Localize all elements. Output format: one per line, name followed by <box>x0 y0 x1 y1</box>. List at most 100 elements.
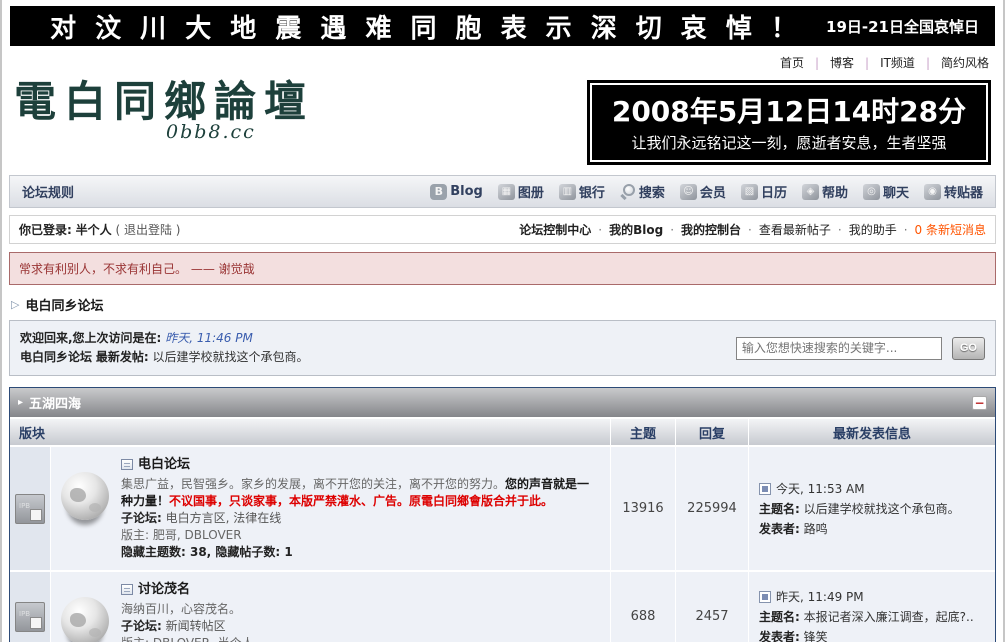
search-input[interactable] <box>736 337 942 360</box>
latest-post-time-line: 今天, 11:53 AM <box>759 480 985 497</box>
subforum-links[interactable]: 电白方言区, 法律在线 <box>166 511 282 525</box>
forum-title-line: 讨论茂名 <box>121 581 254 598</box>
user-bar-links: 论坛控制中心 · 我的Blog · 我的控制台 · 查看最新帖子 · 我的助手 … <box>519 221 986 238</box>
latest-topic-line: 主题名: 以后建学校就找这个承包商。 <box>759 500 985 517</box>
welcome-text: 欢迎回来,您上次访问是在: 昨天, 11:46 PM 电白同乡论坛 最新发帖: … <box>20 329 309 367</box>
subforum-links[interactable]: 新闻转帖区 <box>166 619 226 633</box>
toolbar-members[interactable]: ☺ 会员 <box>680 182 726 201</box>
welcome-line2: 电白同乡论坛 最新发帖: 以后建学校就找这个承包商。 <box>20 348 309 367</box>
nav-link-blog[interactable]: 博客 <box>828 53 856 72</box>
dot-separator: · <box>598 223 602 237</box>
chat-icon: ◎ <box>863 184 880 200</box>
column-header-topics: 主题 <box>611 419 675 445</box>
welcome-box: 欢迎回来,您上次访问是在: 昨天, 11:46 PM 电白同乡论坛 最新发帖: … <box>9 320 996 376</box>
bank-icon: ▥ <box>559 184 576 200</box>
latest-topic-label: 主题名: <box>759 610 800 624</box>
forum-status-cell: IPB <box>10 447 50 570</box>
last-post-icon[interactable] <box>759 483 771 495</box>
quick-search: GO <box>736 337 985 360</box>
my-blog-link[interactable]: 我的Blog <box>609 221 663 238</box>
latest-post-time-line: 昨天, 11:49 PM <box>759 588 985 605</box>
replies-count: 225994 <box>676 447 748 570</box>
toolbar-blog[interactable]: B Blog <box>430 184 483 200</box>
toolbar-bank-label: 银行 <box>579 182 605 201</box>
toolbar-repost[interactable]: ◉ 转贴器 <box>924 182 983 201</box>
welcome-line1-label: 欢迎回来,您上次访问是在: <box>20 331 161 345</box>
breadcrumb-forum-link[interactable]: 电白同乡论坛 <box>25 295 103 314</box>
forum-row: 电白论坛 集思广益，民智强乡。家乡的发展，离不开您的关注，离不开您的努力。您的声… <box>51 447 610 570</box>
moderators-label: 版主: <box>121 528 149 542</box>
toolbar-bank[interactable]: ▥ 银行 <box>559 182 605 201</box>
welcome-line1: 欢迎回来,您上次访问是在: 昨天, 11:46 PM <box>20 329 309 348</box>
page-header: 電白同鄉論壇 0bb8.cc 2008年5月12日14时28分 让我们永远铭记这… <box>14 78 991 166</box>
breadcrumb: ▷ 电白同乡论坛 <box>11 295 994 314</box>
dot-separator: · <box>904 223 908 237</box>
ipb-watermark: IPB <box>19 610 30 618</box>
nav-link-simple-style[interactable]: 简约风格 <box>939 53 991 72</box>
members-icon: ☺ <box>680 184 697 200</box>
forum-logo[interactable]: 電白同鄉論壇 0bb8.cc <box>14 78 314 143</box>
nav-link-it-channel[interactable]: IT频道 <box>878 53 917 72</box>
forum-status-icon: IPB <box>15 602 45 632</box>
last-post-icon[interactable] <box>759 591 771 603</box>
latest-poster-label: 发表者: <box>759 630 800 642</box>
latest-post-label: 最新发帖: <box>96 350 149 364</box>
forum-description-text: 集思广益，民智强乡。家乡的发展，离不开您的关注，离不开您的努力。 <box>121 477 505 491</box>
moderator-links[interactable]: 肥哥, DBLOVER <box>153 528 242 542</box>
latest-topic-label: 主题名: <box>759 502 800 516</box>
forum-details: 讨论茂名 海纳百川，心容茂名。 子论坛: 新闻转帖区 版主: DBLOVER, … <box>121 581 254 642</box>
toolbar-help-label: 帮助 <box>822 182 848 201</box>
latest-topic-link[interactable]: 本报记者深入廉江调查，起底?.. <box>804 610 974 624</box>
memorial-datetime: 2008年5月12日14时28分 <box>600 90 978 130</box>
toolbar-search[interactable]: 搜索 <box>620 182 665 201</box>
search-go-button[interactable]: GO <box>952 337 985 360</box>
view-new-posts-link[interactable]: 查看最新帖子 <box>759 221 831 238</box>
forum-title-link[interactable]: 讨论茂名 <box>138 581 190 598</box>
collapse-category-button[interactable]: − <box>972 396 987 410</box>
latest-post-link[interactable]: 以后建学校就找这个承包商。 <box>152 350 308 364</box>
forum-title-link[interactable]: 电白论坛 <box>138 456 190 473</box>
my-assistant-link[interactable]: 我的助手 <box>849 221 897 238</box>
moderator-links[interactable]: DBLOVER, 半个人 <box>153 636 254 642</box>
latest-post-time: 今天, 11:53 AM <box>776 482 865 496</box>
toolbar-album[interactable]: ▦ 图册 <box>498 182 544 201</box>
forum-rules-link[interactable]: 论坛规则 <box>22 182 74 201</box>
forum-status-cell: IPB <box>10 572 50 642</box>
column-header-board: 版块 <box>10 419 610 445</box>
toolbar-calendar[interactable]: ▧ 日历 <box>741 182 787 201</box>
forum-logo-title: 電白同鄉論壇 <box>14 80 314 124</box>
nav-link-home[interactable]: 首页 <box>778 53 806 72</box>
forum-row: 讨论茂名 海纳百川，心容茂名。 子论坛: 新闻转帖区 版主: DBLOVER, … <box>51 572 610 642</box>
latest-poster-line: 发表者: 锋笑 <box>759 628 985 642</box>
forum-description: 海纳百川，心容茂名。 <box>121 601 254 618</box>
category-title-link[interactable]: 五湖四海 <box>29 393 81 412</box>
my-console-link[interactable]: 我的控制台 <box>681 221 741 238</box>
logout-link[interactable]: ( 退出登陆 ) <box>115 223 180 237</box>
toolbar-help[interactable]: ◈ 帮助 <box>802 182 848 201</box>
board-icon <box>121 584 133 595</box>
toolbar-members-label: 会员 <box>700 182 726 201</box>
memorial-message: 让我们永远铭记这一刻，愿逝者安息，生者坚强 <box>600 132 978 153</box>
toolbar-calendar-label: 日历 <box>761 182 787 201</box>
blog-icon: B <box>430 184 447 200</box>
calendar-icon: ▧ <box>741 184 758 200</box>
toolbar-chat[interactable]: ◎ 聊天 <box>863 182 909 201</box>
new-messages-link[interactable]: 0 条新短消息 <box>915 221 986 238</box>
latest-poster-link[interactable]: 路鸣 <box>804 522 828 536</box>
forum-control-center-link[interactable]: 论坛控制中心 <box>519 221 591 238</box>
latest-poster-link[interactable]: 锋笑 <box>804 630 828 642</box>
subforums-line: 子论坛: 新闻转帖区 <box>121 618 254 635</box>
latest-post-cell: 今天, 11:53 AM 主题名: 以后建学校就找这个承包商。 发表者: 路鸣 <box>749 447 995 570</box>
forum-table: ▸ 五湖四海 − 版块 主题 回复 最新发表信息 IPB 电白论坛 集 <box>9 387 996 642</box>
repost-icon: ◉ <box>924 184 941 200</box>
forum-details: 电白论坛 集思广益，民智强乡。家乡的发展，离不开您的关注，离不开您的努力。您的声… <box>121 456 600 561</box>
globe-icon <box>61 472 109 520</box>
toolbar-repost-label: 转贴器 <box>944 182 983 201</box>
globe-icon <box>61 597 109 642</box>
latest-topic-link[interactable]: 以后建学校就找这个承包商。 <box>804 502 960 516</box>
latest-poster-label: 发表者: <box>759 522 800 536</box>
column-header-latest: 最新发表信息 <box>749 419 995 445</box>
top-nav: 首页 | 博客 | IT频道 | 简约风格 <box>14 53 991 72</box>
welcome-forum-name: 电白同乡论坛 <box>20 350 92 364</box>
username-link[interactable]: 半个人 <box>76 223 112 237</box>
